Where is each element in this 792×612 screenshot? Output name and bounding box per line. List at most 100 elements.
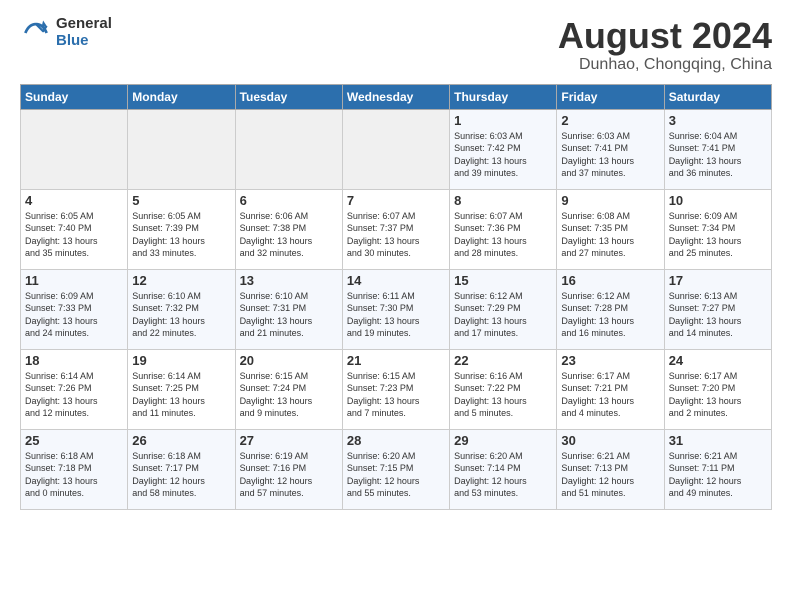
- day-number: 14: [347, 273, 445, 288]
- day-info: Sunrise: 6:04 AMSunset: 7:41 PMDaylight:…: [669, 130, 767, 180]
- col-friday: Friday: [557, 84, 664, 109]
- day-info: Sunrise: 6:20 AMSunset: 7:15 PMDaylight:…: [347, 450, 445, 500]
- day-info: Sunrise: 6:07 AMSunset: 7:37 PMDaylight:…: [347, 210, 445, 260]
- calendar-cell: 28 Sunrise: 6:20 AMSunset: 7:15 PMDayligh…: [342, 429, 449, 509]
- day-number: 26: [132, 433, 230, 448]
- day-number: 16: [561, 273, 659, 288]
- location-subtitle: Dunhao, Chongqing, China: [558, 56, 772, 74]
- calendar-cell: 9 Sunrise: 6:08 AMSunset: 7:35 PMDaylight…: [557, 189, 664, 269]
- calendar-cell: 3 Sunrise: 6:04 AMSunset: 7:41 PMDaylight…: [664, 109, 771, 189]
- logo-icon: [20, 17, 52, 49]
- day-number: 12: [132, 273, 230, 288]
- calendar-cell: 17Sunrise: 6:13 AMSunset: 7:27 PMDayligh…: [664, 269, 771, 349]
- day-info: Sunrise: 6:14 AMSunset: 7:25 PMDaylight:…: [132, 370, 230, 420]
- day-number: 3: [669, 113, 767, 128]
- calendar-cell: [235, 109, 342, 189]
- day-number: 6: [240, 193, 338, 208]
- day-number: 31: [669, 433, 767, 448]
- logo-blue-text: Blue: [56, 33, 112, 50]
- day-info: Sunrise: 6:12 AMSunset: 7:29 PMDaylight:…: [454, 290, 552, 340]
- calendar-week-4: 18Sunrise: 6:14 AMSunset: 7:26 PMDayligh…: [21, 349, 772, 429]
- calendar-cell: 27 Sunrise: 6:19 AMSunset: 7:16 PMDayligh…: [235, 429, 342, 509]
- calendar-cell: 25 Sunrise: 6:18 AMSunset: 7:18 PMDayligh…: [21, 429, 128, 509]
- day-info: Sunrise: 6:05 AMSunset: 7:39 PMDaylight:…: [132, 210, 230, 260]
- calendar-cell: 5 Sunrise: 6:05 AMSunset: 7:39 PMDaylight…: [128, 189, 235, 269]
- day-number: 20: [240, 353, 338, 368]
- calendar-week-5: 25 Sunrise: 6:18 AMSunset: 7:18 PMDayligh…: [21, 429, 772, 509]
- day-number: 19: [132, 353, 230, 368]
- day-number: 25: [25, 433, 123, 448]
- calendar-cell: 16 Sunrise: 6:12 AMSunset: 7:28 PMDayligh…: [557, 269, 664, 349]
- day-info: Sunrise: 6:10 AMSunset: 7:32 PMDaylight:…: [132, 290, 230, 340]
- logo-text: General Blue: [56, 16, 112, 49]
- day-number: 30: [561, 433, 659, 448]
- month-title: August 2024: [558, 16, 772, 56]
- calendar-cell: 14Sunrise: 6:11 AMSunset: 7:30 PMDayligh…: [342, 269, 449, 349]
- calendar-cell: 24 Sunrise: 6:17 AMSunset: 7:20 PMDayligh…: [664, 349, 771, 429]
- day-info: Sunrise: 6:12 AMSunset: 7:28 PMDaylight:…: [561, 290, 659, 340]
- day-info: Sunrise: 6:19 AMSunset: 7:16 PMDaylight:…: [240, 450, 338, 500]
- day-info: Sunrise: 6:21 AMSunset: 7:11 PMDaylight:…: [669, 450, 767, 500]
- day-number: 5: [132, 193, 230, 208]
- day-info: Sunrise: 6:14 AMSunset: 7:26 PMDaylight:…: [25, 370, 123, 420]
- col-wednesday: Wednesday: [342, 84, 449, 109]
- day-number: 13: [240, 273, 338, 288]
- calendar-cell: 13 Sunrise: 6:10 AMSunset: 7:31 PMDayligh…: [235, 269, 342, 349]
- col-sunday: Sunday: [21, 84, 128, 109]
- calendar-cell: 10 Sunrise: 6:09 AMSunset: 7:34 PMDayligh…: [664, 189, 771, 269]
- calendar-week-1: 1 Sunrise: 6:03 AMSunset: 7:42 PMDaylight…: [21, 109, 772, 189]
- calendar-cell: 1 Sunrise: 6:03 AMSunset: 7:42 PMDaylight…: [450, 109, 557, 189]
- calendar-cell: 23Sunrise: 6:17 AMSunset: 7:21 PMDayligh…: [557, 349, 664, 429]
- day-number: 1: [454, 113, 552, 128]
- day-number: 9: [561, 193, 659, 208]
- day-info: Sunrise: 6:10 AMSunset: 7:31 PMDaylight:…: [240, 290, 338, 340]
- day-info: Sunrise: 6:05 AMSunset: 7:40 PMDaylight:…: [25, 210, 123, 260]
- calendar-cell: 6 Sunrise: 6:06 AMSunset: 7:38 PMDaylight…: [235, 189, 342, 269]
- day-number: 21: [347, 353, 445, 368]
- day-info: Sunrise: 6:15 AMSunset: 7:23 PMDaylight:…: [347, 370, 445, 420]
- calendar-week-2: 4 Sunrise: 6:05 AMSunset: 7:40 PMDaylight…: [21, 189, 772, 269]
- day-info: Sunrise: 6:17 AMSunset: 7:20 PMDaylight:…: [669, 370, 767, 420]
- page-container: General Blue August 2024 Dunhao, Chongqi…: [0, 0, 792, 520]
- header-row: Sunday Monday Tuesday Wednesday Thursday…: [21, 84, 772, 109]
- day-info: Sunrise: 6:07 AMSunset: 7:36 PMDaylight:…: [454, 210, 552, 260]
- day-info: Sunrise: 6:08 AMSunset: 7:35 PMDaylight:…: [561, 210, 659, 260]
- calendar-cell: 2Sunrise: 6:03 AMSunset: 7:41 PMDaylight…: [557, 109, 664, 189]
- day-number: 22: [454, 353, 552, 368]
- calendar-cell: 31 Sunrise: 6:21 AMSunset: 7:11 PMDayligh…: [664, 429, 771, 509]
- calendar-cell: 4 Sunrise: 6:05 AMSunset: 7:40 PMDaylight…: [21, 189, 128, 269]
- day-info: Sunrise: 6:13 AMSunset: 7:27 PMDaylight:…: [669, 290, 767, 340]
- day-info: Sunrise: 6:03 AMSunset: 7:42 PMDaylight:…: [454, 130, 552, 180]
- calendar-cell: 7 Sunrise: 6:07 AMSunset: 7:37 PMDaylight…: [342, 189, 449, 269]
- day-number: 11: [25, 273, 123, 288]
- calendar-cell: [128, 109, 235, 189]
- header: General Blue August 2024 Dunhao, Chongqi…: [20, 16, 772, 74]
- day-info: Sunrise: 6:09 AMSunset: 7:34 PMDaylight:…: [669, 210, 767, 260]
- day-info: Sunrise: 6:18 AMSunset: 7:17 PMDaylight:…: [132, 450, 230, 500]
- col-monday: Monday: [128, 84, 235, 109]
- day-info: Sunrise: 6:06 AMSunset: 7:38 PMDaylight:…: [240, 210, 338, 260]
- calendar-cell: 12 Sunrise: 6:10 AMSunset: 7:32 PMDayligh…: [128, 269, 235, 349]
- day-number: 27: [240, 433, 338, 448]
- day-info: Sunrise: 6:18 AMSunset: 7:18 PMDaylight:…: [25, 450, 123, 500]
- day-number: 24: [669, 353, 767, 368]
- day-info: Sunrise: 6:21 AMSunset: 7:13 PMDaylight:…: [561, 450, 659, 500]
- day-info: Sunrise: 6:15 AMSunset: 7:24 PMDaylight:…: [240, 370, 338, 420]
- calendar-cell: 18Sunrise: 6:14 AMSunset: 7:26 PMDayligh…: [21, 349, 128, 429]
- logo: General Blue: [20, 16, 112, 49]
- calendar-table: Sunday Monday Tuesday Wednesday Thursday…: [20, 84, 772, 510]
- day-number: 28: [347, 433, 445, 448]
- calendar-cell: [342, 109, 449, 189]
- col-saturday: Saturday: [664, 84, 771, 109]
- day-number: 23: [561, 353, 659, 368]
- day-info: Sunrise: 6:09 AMSunset: 7:33 PMDaylight:…: [25, 290, 123, 340]
- day-number: 15: [454, 273, 552, 288]
- calendar-cell: 20 Sunrise: 6:15 AMSunset: 7:24 PMDayligh…: [235, 349, 342, 429]
- col-tuesday: Tuesday: [235, 84, 342, 109]
- day-number: 4: [25, 193, 123, 208]
- day-number: 7: [347, 193, 445, 208]
- col-thursday: Thursday: [450, 84, 557, 109]
- day-number: 10: [669, 193, 767, 208]
- calendar-cell: 22Sunrise: 6:16 AMSunset: 7:22 PMDayligh…: [450, 349, 557, 429]
- calendar-cell: 29Sunrise: 6:20 AMSunset: 7:14 PMDayligh…: [450, 429, 557, 509]
